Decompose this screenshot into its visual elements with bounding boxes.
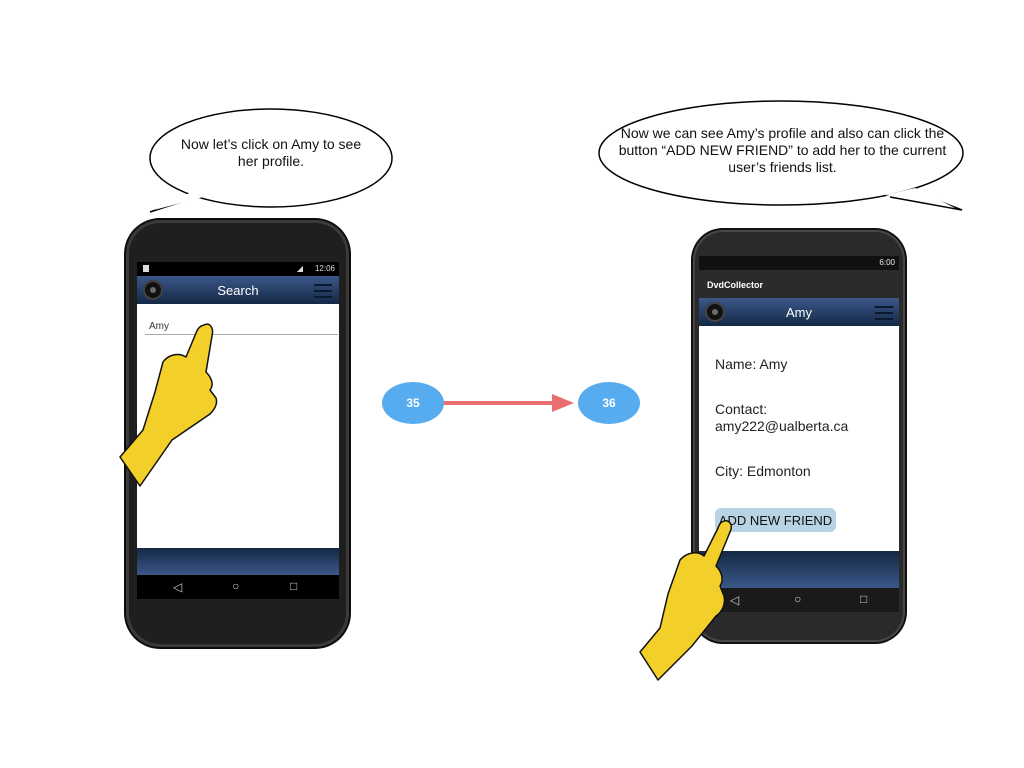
hands-layer	[119, 323, 733, 681]
hand-pointer-icon	[119, 323, 218, 487]
hand-pointer-icon	[639, 520, 733, 681]
